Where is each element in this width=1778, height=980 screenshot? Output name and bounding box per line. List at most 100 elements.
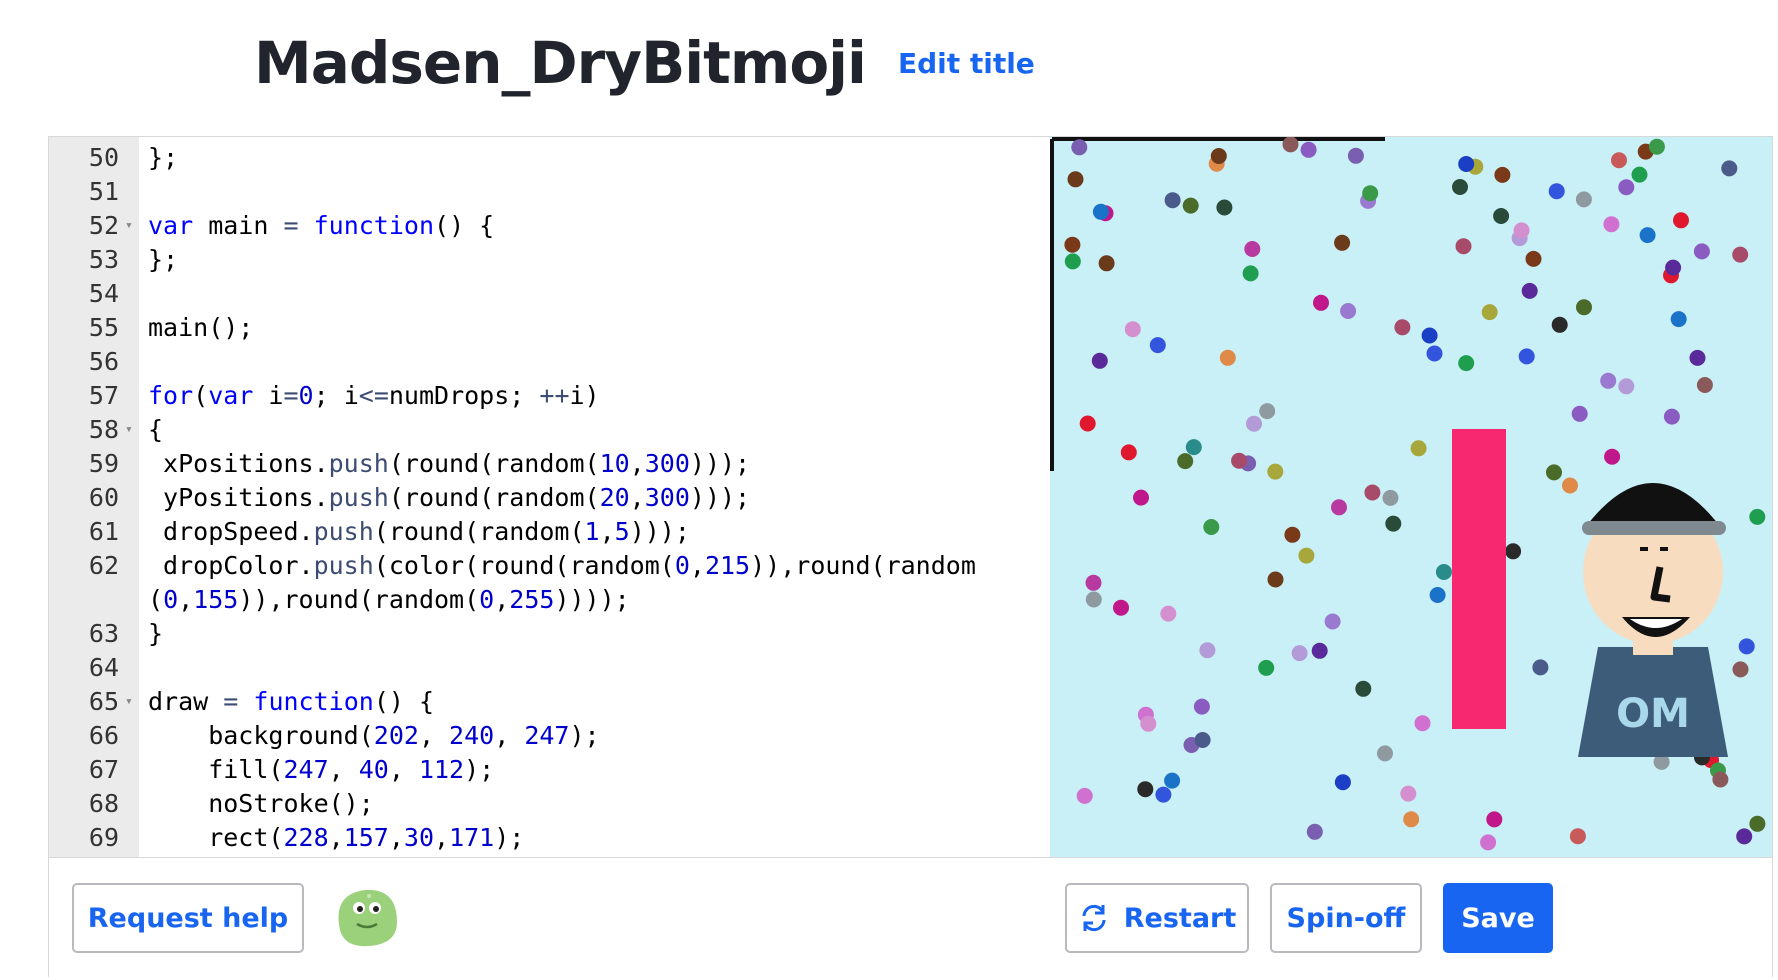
raindrop bbox=[1267, 571, 1284, 588]
raindrop bbox=[1246, 415, 1262, 432]
raindrop bbox=[1347, 147, 1364, 164]
code-line[interactable]: 67 fill(247, 40, 112); bbox=[49, 753, 1049, 787]
code-line[interactable]: 53}; bbox=[49, 243, 1049, 277]
save-button[interactable]: Save bbox=[1443, 883, 1553, 953]
pink-bar bbox=[1452, 429, 1506, 729]
raindrop bbox=[1258, 659, 1275, 676]
raindrop bbox=[1670, 311, 1687, 328]
code-line[interactable]: 51 bbox=[49, 175, 1049, 209]
line-code: fill(247, 40, 112); bbox=[148, 755, 495, 784]
raindrop bbox=[1193, 698, 1210, 715]
raindrop bbox=[1067, 171, 1084, 188]
raindrop bbox=[1600, 372, 1617, 389]
line-number: 69 bbox=[88, 823, 119, 852]
raindrop bbox=[1421, 327, 1438, 344]
raindrop bbox=[1242, 265, 1259, 282]
code-line[interactable]: 59 xPositions.push(round(random(10,300))… bbox=[49, 447, 1049, 481]
request-help-button[interactable]: Request help bbox=[72, 883, 304, 953]
restart-button[interactable]: Restart bbox=[1065, 883, 1249, 953]
raindrop bbox=[1298, 547, 1315, 564]
output-canvas[interactable]: OM bbox=[1050, 137, 1772, 857]
raindrop bbox=[1382, 489, 1399, 506]
fold-arrow-icon[interactable]: ▾ bbox=[125, 413, 133, 447]
raindrop bbox=[1231, 452, 1248, 469]
canvas-drawing: OM bbox=[1050, 137, 1772, 857]
line-number: 53 bbox=[88, 245, 119, 274]
code-line[interactable]: 65 ▾ draw = function() { bbox=[49, 685, 1049, 719]
restart-label: Restart bbox=[1123, 902, 1237, 934]
line-number: 57 bbox=[88, 381, 119, 410]
raindrop bbox=[1311, 642, 1328, 659]
code-line[interactable]: 68 noStroke(); bbox=[49, 787, 1049, 821]
edit-title-link[interactable]: Edit title bbox=[898, 47, 1035, 80]
raindrop bbox=[1548, 183, 1565, 200]
raindrop bbox=[1377, 745, 1393, 762]
raindrop bbox=[1133, 489, 1149, 506]
line-code: { bbox=[148, 415, 164, 444]
line-code: yPositions.push(round(random(20,300))); bbox=[148, 483, 751, 512]
raindrop bbox=[1076, 787, 1093, 804]
raindrop bbox=[1521, 282, 1538, 299]
raindrop bbox=[1259, 403, 1276, 420]
line-number: 62 bbox=[88, 551, 119, 580]
fold-arrow-icon[interactable]: ▾ bbox=[125, 209, 133, 243]
code-line[interactable]: 54 bbox=[49, 277, 1049, 311]
raindrop bbox=[1182, 197, 1199, 214]
code-line[interactable]: 69 rect(228,157,30,171); bbox=[49, 821, 1049, 855]
line-number: 60 bbox=[88, 483, 119, 512]
fold-arrow-icon[interactable]: ▾ bbox=[125, 685, 133, 719]
raindrop bbox=[1648, 138, 1665, 155]
spin-off-button[interactable]: Spin-off bbox=[1270, 883, 1422, 953]
code-line[interactable]: 52 ▾ var main = function() { bbox=[49, 209, 1049, 243]
raindrop bbox=[1618, 179, 1635, 196]
line-code: for(var i=0; i<=numDrops; ++i) bbox=[148, 381, 600, 410]
raindrop bbox=[1571, 405, 1588, 422]
raindrop bbox=[1362, 185, 1379, 202]
line-code: draw = function() { bbox=[148, 687, 435, 716]
code-editor[interactable]: 50}; 51 52 ▾ var main = function() {53}; 54 55… bbox=[49, 137, 1049, 857]
raindrop bbox=[1340, 303, 1357, 319]
raindrop bbox=[1194, 732, 1211, 748]
code-line[interactable]: 60 yPositions.push(round(random(20,300))… bbox=[49, 481, 1049, 515]
line-number: 50 bbox=[88, 143, 119, 172]
raindrop bbox=[1324, 613, 1341, 630]
raindrop bbox=[1064, 253, 1081, 270]
raindrop bbox=[1712, 771, 1729, 788]
raindrop bbox=[1494, 166, 1511, 183]
code-line[interactable]: 64 bbox=[49, 651, 1049, 685]
code-line[interactable]: 55 main(); bbox=[49, 311, 1049, 345]
raindrop bbox=[1693, 243, 1710, 260]
code-line[interactable]: 62 dropColor.push(color(round(random(0,2… bbox=[49, 549, 1049, 583]
raindrop bbox=[1282, 137, 1299, 153]
code-line[interactable]: 63} bbox=[49, 617, 1049, 651]
code-line[interactable]: 61 dropSpeed.push(round(random(1,5))); bbox=[49, 515, 1049, 549]
raindrop bbox=[1098, 255, 1115, 272]
raindrop bbox=[1576, 299, 1592, 316]
raindrop bbox=[1085, 574, 1102, 591]
raindrop bbox=[1458, 156, 1475, 172]
line-code: dropColor.push(color(round(random(0,215)… bbox=[148, 551, 976, 580]
raindrop bbox=[1689, 349, 1706, 366]
raindrop bbox=[1426, 345, 1443, 362]
raindrop bbox=[1216, 199, 1233, 216]
raindrop bbox=[1140, 715, 1157, 732]
code-line[interactable]: 58 ▾ { bbox=[49, 413, 1049, 447]
code-line[interactable]: 56 bbox=[49, 345, 1049, 379]
line-number: 58 bbox=[88, 415, 119, 444]
raindrop bbox=[1749, 508, 1766, 525]
code-line[interactable]: 50}; bbox=[49, 141, 1049, 175]
raindrop bbox=[1244, 241, 1261, 257]
raindrop bbox=[1267, 463, 1284, 480]
raindrop bbox=[1160, 605, 1177, 622]
raindrop bbox=[1177, 453, 1194, 470]
line-number: 65 bbox=[88, 687, 119, 716]
code-line[interactable]: 66 background(202, 240, 247); bbox=[49, 719, 1049, 753]
raindrop bbox=[1364, 484, 1381, 501]
raindrop bbox=[1639, 227, 1656, 244]
code-line[interactable]: 57 for(var i=0; i<=numDrops; ++i) bbox=[49, 379, 1049, 413]
page-title: Madsen_DryBitmoji bbox=[254, 29, 867, 97]
code-line[interactable]: (0,155)),round(random(0,255)))); bbox=[49, 583, 1049, 617]
raindrop bbox=[1721, 160, 1738, 177]
raindrop bbox=[1219, 349, 1236, 366]
raindrop bbox=[1575, 191, 1592, 208]
